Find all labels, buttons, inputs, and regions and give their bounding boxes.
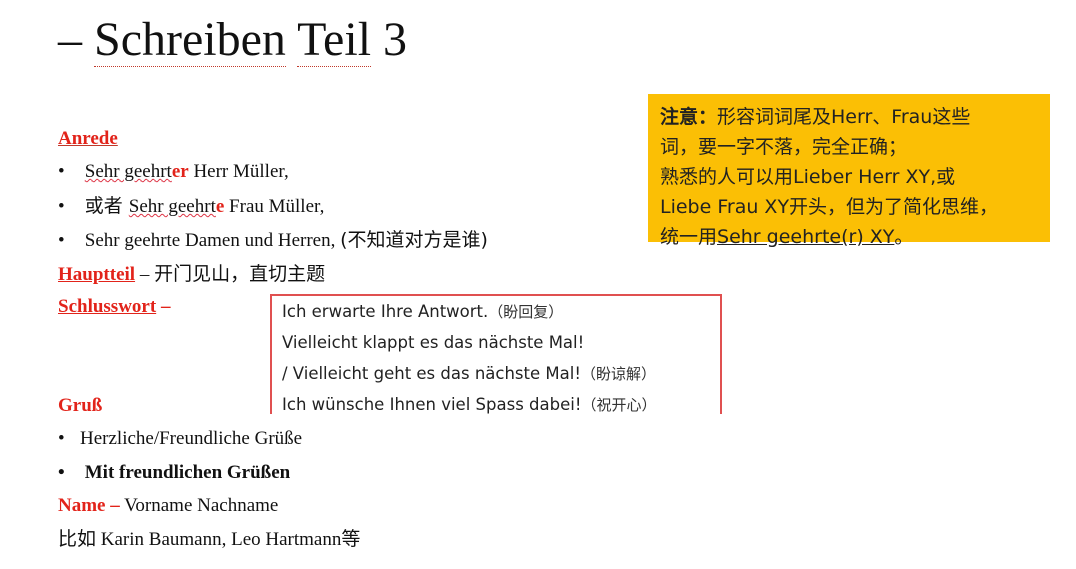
example-line: 比如 Karin Baumann, Leo Hartmann等 [58,527,360,552]
title-word-schreiben: Schreiben [94,13,286,67]
note-line-1-text: 形容词词尾及Herr、Frau这些 [717,106,971,128]
name-text: Vorname Nachname [119,495,279,516]
anrede-item-2-zh: 或者 [84,195,129,217]
note-line-5-post: 。 [894,226,914,248]
note-line-5-pre: 统一用 [660,226,718,248]
anrede-item-1-rest: Herr Müller, [188,161,289,182]
phrase-3-zh: （盼谅解） [580,365,656,383]
note-line-1: 注意：形容词词尾及Herr、Frau这些 [660,102,1040,132]
gruss-item-1: Herzliche/Freundliche Grüße [58,427,302,451]
note-line-3: 熟悉的人可以用Lieber Herr XY,或 [660,166,956,188]
schlusswort-label: Schlusswort [58,296,157,317]
anrede-item-1-ending: er [171,161,189,182]
phrase-row-2: Vielleicht klappt es das nächste Mal! [272,327,720,358]
anrede-item-1-text: Sehr geehrt [84,161,172,182]
anrede-item-2-rest: Frau Müller, [224,196,325,217]
closing-phrases-box: Ich erwarte Ihre Antwort.（盼回复） Vielleich… [270,294,722,414]
anrede-item-3-zh: (不知道对方是谁) [340,229,488,251]
schlusswort-line: Schlusswort – [58,295,170,319]
note-line-5-underlined: Sehr geehrte(r) XY [717,226,895,248]
phrase-row-4: Ich wünsche Ihnen viel Spass dabei!（祝开心） [272,389,720,414]
example-zh-prefix: 比如 [58,528,97,550]
hauptteil-line: Hauptteil – 开门见山，直切主题 [58,262,325,287]
gruss-item-2-text: Mit freundlichen Grüßen [84,462,291,483]
title-number: 3 [383,13,408,66]
anrede-item-3: Sehr geehrte Damen und Herren, (不知道对方是谁) [58,228,488,253]
note-line-5: 统一用Sehr geehrte(r) XY。 [660,222,1040,252]
phrase-1-de: Ich erwarte Ihre Antwort. [282,302,489,321]
note-heading: 注意： [660,106,718,128]
phrase-2-de: Vielleicht klappt es das nächste Mal! [282,333,585,352]
phrase-row-3: / Vielleicht geht es das nächste Mal!（盼谅… [272,358,720,389]
phrase-4-de: Ich wünsche Ihnen viel Spass dabei! [282,395,582,414]
anrede-item-2: 或者 Sehr geehrte Frau Müller, [58,194,325,219]
page-title: – Schreiben Teil 3 [58,12,407,68]
example-names: Karin Baumann, Leo Hartmann [96,529,342,550]
gruss-item-2: Mit freundlichen Grüßen [58,461,291,485]
phrase-4-zh: （祝开心） [581,396,657,414]
hauptteil-zh: 开门见山，直切主题 [154,263,326,285]
phrase-3-de: / Vielleicht geht es das nächste Mal! [282,364,581,383]
note-line-4: Liebe Frau XY开头，但为了简化思维， [660,196,999,218]
anrede-item-3-text: Sehr geehrte Damen und Herren, [84,230,336,251]
example-zh-suffix: 等 [341,528,361,550]
hauptteil-dash: – [135,264,155,285]
anrede-label: Anrede [58,128,118,149]
title-word-teil: Teil [297,13,372,67]
gruss-label: Gruß [58,395,103,416]
note-box: 注意：形容词词尾及Herr、Frau这些 词，要一字不落，完全正确； 熟悉的人可… [648,94,1050,248]
name-label: Name – [58,495,120,516]
anrede-item-2-text: Sehr geehrt [128,196,216,217]
name-line: Name – Vorname Nachname [58,494,278,518]
anrede-item-1: Sehr geehrter Herr Müller, [58,160,289,184]
phrase-1-zh: （盼回复） [488,303,564,321]
schlusswort-dash: – [156,296,171,317]
hauptteil-label: Hauptteil [58,264,136,285]
phrase-row-1: Ich erwarte Ihre Antwort.（盼回复） [272,296,720,327]
note-line-2: 词，要一字不落，完全正确； [660,136,908,158]
title-dash: – [58,13,82,66]
